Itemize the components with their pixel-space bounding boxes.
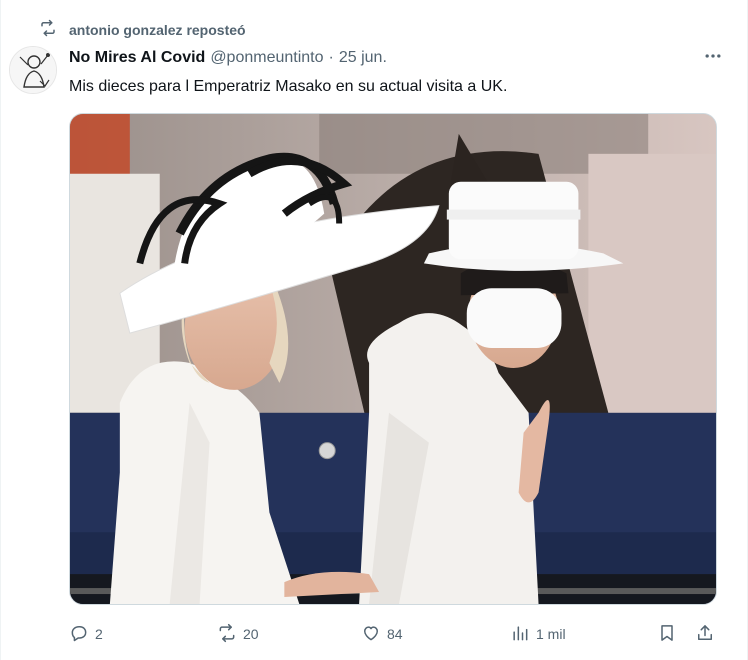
repost-button[interactable]: 20 — [217, 622, 259, 646]
like-button[interactable]: 84 — [361, 622, 403, 646]
heart-icon — [361, 623, 381, 646]
share-button[interactable] — [695, 622, 715, 646]
photo-illustration — [70, 114, 716, 604]
tweet-text: Mis dieces para l Emperatriz Masako en s… — [69, 78, 508, 95]
bookmark-button[interactable] — [657, 622, 677, 646]
share-icon — [695, 623, 715, 646]
tweet-photo[interactable] — [69, 113, 717, 605]
repost-action-icon — [217, 623, 237, 646]
repost-count: 20 — [243, 626, 259, 642]
more-icon — [703, 46, 723, 71]
like-count: 84 — [387, 626, 403, 642]
bookmark-icon — [657, 623, 677, 646]
separator-dot: · — [328, 49, 334, 66]
tweet-date[interactable]: 25 jun. — [339, 49, 387, 67]
action-bar: 2 20 84 1 mil — [69, 622, 719, 646]
tweet-card[interactable]: antonio gonzalez reposteó No Mires Al Co… — [0, 0, 748, 660]
repost-text[interactable]: antonio gonzalez reposteó — [69, 22, 246, 38]
more-options-button[interactable] — [701, 46, 725, 70]
tweet-header: No Mires Al Covid @ponmeuntinto · 25 jun… — [69, 47, 717, 69]
reply-button[interactable]: 2 — [69, 622, 103, 646]
views-button[interactable]: 1 mil — [510, 622, 566, 646]
display-name[interactable]: No Mires Al Covid — [69, 49, 205, 67]
user-handle[interactable]: @ponmeuntinto — [210, 49, 323, 67]
repost-indicator[interactable]: antonio gonzalez reposteó — [39, 19, 246, 42]
views-count: 1 mil — [536, 626, 566, 642]
reply-icon — [69, 623, 89, 646]
reply-count: 2 — [95, 626, 103, 642]
analytics-icon — [510, 623, 530, 646]
avatar[interactable] — [9, 46, 57, 94]
repost-icon — [39, 19, 57, 42]
